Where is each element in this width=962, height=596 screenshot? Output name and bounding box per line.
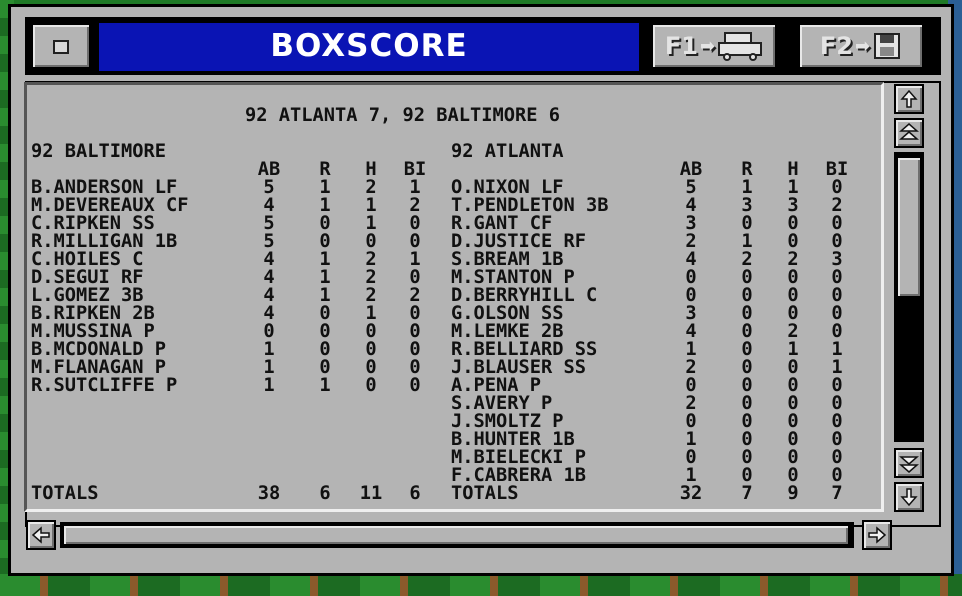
scroll-right-button[interactable] (862, 520, 892, 550)
team-name: 92 ATLANTA (451, 141, 564, 162)
total-bi: 6 (409, 483, 421, 504)
f2-key-label: F2 (819, 32, 853, 60)
horizontal-scroll-thumb[interactable] (64, 526, 848, 544)
scroll-up-button[interactable] (894, 84, 924, 114)
scroll-page-down-button[interactable] (894, 448, 924, 478)
double-arrow-down-icon (899, 456, 919, 473)
player-name: R.SUTCLIFFE P (31, 375, 178, 396)
arrow-right-icon (868, 526, 886, 544)
print-button[interactable]: F1 ➡ (651, 23, 777, 69)
stat-h: 0 (365, 375, 377, 396)
arrow-down-icon (900, 488, 918, 506)
total-h: 11 (359, 483, 383, 504)
printer-icon (718, 32, 763, 61)
stat-r: 1 (319, 375, 331, 396)
vertical-scrollbar[interactable] (890, 82, 928, 514)
total-h: 9 (787, 483, 799, 504)
scroll-left-button[interactable] (26, 520, 56, 550)
scroll-down-button[interactable] (894, 482, 924, 512)
arrow-right-icon: ➡ (855, 35, 871, 57)
background-field-bottom (0, 574, 962, 596)
total-r: 7 (741, 483, 753, 504)
horizontal-scroll-track[interactable] (60, 522, 854, 548)
total-ab: 38 (257, 483, 281, 504)
total-ab: 32 (679, 483, 703, 504)
team-name: 92 BALTIMORE (31, 141, 167, 162)
save-disk-icon (874, 33, 901, 59)
arrow-up-icon (900, 90, 918, 108)
arrow-left-icon (32, 526, 50, 544)
double-arrow-up-icon (899, 123, 919, 140)
stat-bi: 0 (409, 375, 421, 396)
close-button[interactable] (31, 23, 91, 69)
f1-key-label: F1 (664, 32, 698, 60)
arrow-right-icon: ➡ (700, 35, 716, 57)
total-r: 6 (319, 483, 331, 504)
vertical-scroll-track[interactable] (894, 152, 924, 442)
save-button[interactable]: F2 ➡ (798, 23, 924, 69)
window-title: BOXSCORE (97, 21, 641, 73)
total-bi: 7 (831, 483, 843, 504)
close-icon (53, 40, 69, 54)
vertical-scroll-thumb[interactable] (898, 158, 920, 296)
stat-ab: 1 (263, 375, 275, 396)
score-line: 92 ATLANTA 7, 92 BALTIMORE 6 (245, 105, 561, 126)
totals-label: TOTALS (31, 483, 99, 504)
horizontal-scrollbar[interactable] (24, 518, 896, 552)
boxscore-panel: 92 ATLANTA 7, 92 BALTIMORE 6 92 BALTIMOR… (24, 82, 884, 512)
scroll-page-up-button[interactable] (894, 118, 924, 148)
totals-label: TOTALS (451, 483, 519, 504)
